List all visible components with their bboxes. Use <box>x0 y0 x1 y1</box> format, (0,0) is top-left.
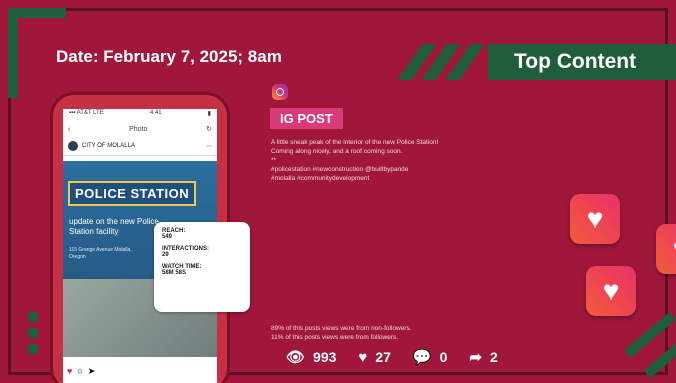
followers-breakdown: 89% of this posts views were from non-fo… <box>271 324 531 342</box>
shares-metric: ➦ 2 <box>469 348 497 366</box>
back-icon[interactable]: ‹ <box>68 126 70 133</box>
comment-bubble-icon: 💬 <box>412 349 432 366</box>
share-arrow-icon: ➦ <box>469 349 482 366</box>
like-heart-icon[interactable]: ♥ <box>67 366 72 376</box>
ig-post-label: IG POST <box>270 108 343 129</box>
metrics-row: 👁 993 ♥ 27 💬 0 ➦ 2 <box>286 348 512 367</box>
reach-value: 549 <box>162 234 173 240</box>
account-avatar[interactable] <box>68 141 78 151</box>
decorative-stripes <box>397 44 490 80</box>
caption-line: ** <box>271 157 277 164</box>
watch-time-value: 58M 58S <box>162 270 187 276</box>
slide: Date: February 7, 2025; 8am Top Content … <box>0 0 676 383</box>
caption-line: #molalla #communitydevelopment <box>271 175 370 182</box>
caption-line: A little sneak peak of the interior of t… <box>271 139 439 146</box>
comments-metric: 💬 0 <box>413 348 447 366</box>
comments-count: 0 <box>439 349 448 365</box>
comment-icon[interactable]: ○ <box>77 366 82 376</box>
more-icon[interactable]: ⋯ <box>206 143 212 150</box>
likes-count: 27 <box>375 349 391 365</box>
battery-icon: ▮ <box>207 111 211 117</box>
phone-status-bar: ▪▪▪ AT&T LTE 4:41 ▮ <box>63 109 217 121</box>
instagram-icon <box>272 84 288 100</box>
likes-metric: ♥ 27 <box>358 349 390 366</box>
caption-line: #policestation #newconstruction @builtby… <box>271 166 409 173</box>
top-content-banner: Top Content <box>488 44 676 80</box>
heart-icon: ♥ <box>358 348 368 366</box>
top-green-bar <box>18 8 66 18</box>
interactions-value: 29 <box>162 252 169 258</box>
non-followers-text: 89% of this posts views were from non-fo… <box>271 325 412 332</box>
views-metric: 👁 993 <box>286 348 336 366</box>
followers-text: 11% of this posts views were from follow… <box>271 334 399 341</box>
heart-bubble-icon: ♥ <box>656 224 676 274</box>
heart-bubble-icon: ♥ <box>586 266 636 316</box>
views-count: 993 <box>313 349 337 365</box>
heart-bubble-icon: ♥ <box>570 194 620 244</box>
phone-nav-bar: ‹ Photo ↻ <box>63 121 217 137</box>
date-label: Date: February 7, 2025; 8am <box>56 47 282 66</box>
nav-title: Photo <box>129 125 148 133</box>
caption-line: Coming along nicely, and a roof coming s… <box>271 148 403 155</box>
left-green-bar <box>8 8 18 98</box>
share-icon[interactable]: ➤ <box>88 366 96 377</box>
post-actions: ♥ ○ ➤ <box>63 363 217 379</box>
police-station-banner: POLICE STATION <box>68 181 197 206</box>
eye-icon: 👁 <box>286 349 306 366</box>
phone-time: 4:41 <box>149 110 162 116</box>
post-account-row: CITY OF MOLALLA ⋯ <box>63 137 217 156</box>
stats-card: REACH: 549 INTERACTIONS: 29 WATCH TIME: … <box>154 222 250 312</box>
refresh-icon[interactable]: ↻ <box>206 125 212 133</box>
shares-count: 2 <box>489 349 498 365</box>
account-name[interactable]: CITY OF MOLALLA <box>82 143 135 149</box>
post-caption: A little sneak peak of the interior of t… <box>271 138 541 183</box>
post-address: 115 Grange Avenue Molalla, Oregon <box>69 247 132 260</box>
carrier-status: ▪▪▪ AT&T LTE <box>69 110 104 116</box>
